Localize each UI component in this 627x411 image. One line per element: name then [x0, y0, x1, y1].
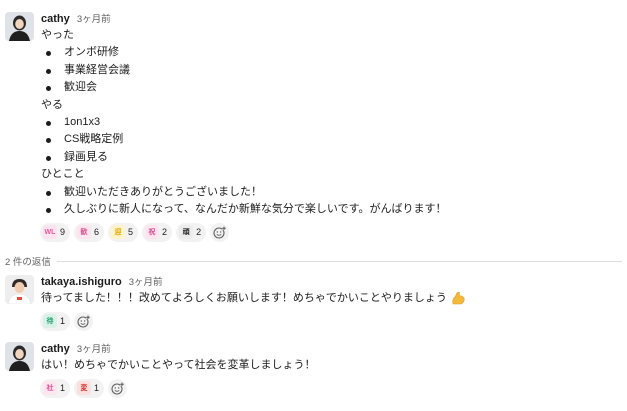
timestamp[interactable]: 3ヶ月前	[129, 277, 163, 288]
reaction-yellow-text[interactable]: 迎 5	[108, 222, 139, 242]
section-heading: やった	[41, 29, 74, 41]
list-item: 録画見る	[41, 149, 622, 166]
pink-text-emoji-2-icon: 祝	[145, 225, 160, 240]
muscle-icon	[452, 291, 465, 305]
add-reaction-button[interactable]	[74, 311, 94, 331]
reaction-black-text[interactable]: 頑 2	[176, 222, 207, 242]
timestamp[interactable]: 3ヶ月前	[77, 14, 111, 25]
avatar-takaya[interactable]	[5, 275, 34, 304]
author-name[interactable]: takaya.ishiguro	[41, 276, 122, 288]
section-heading: ひとこと	[41, 168, 85, 181]
divider-line	[56, 260, 622, 262]
reaction-welcome[interactable]: WL 9	[40, 222, 71, 242]
author-name[interactable]: cathy	[41, 13, 70, 25]
list-item: CS戦略定例	[41, 131, 622, 148]
reaction-count: 2	[162, 227, 168, 238]
reaction-count: 2	[196, 227, 202, 238]
reaction-count: 1	[94, 383, 100, 394]
black-text-emoji-icon: 頑	[179, 225, 194, 240]
list-item: 事業経営会議	[41, 62, 622, 79]
add-reaction-icon	[77, 315, 90, 328]
reaction-pink-text-3[interactable]: 社 1	[40, 378, 71, 398]
timestamp[interactable]: 3ヶ月前	[77, 344, 111, 355]
avatar-cathy[interactable]	[5, 12, 34, 41]
add-reaction-button[interactable]	[210, 222, 230, 242]
list-item: オンボ研修	[41, 44, 622, 61]
message-1: cathy 3ヶ月前 やった オンボ研修 事業経営会議 歓迎会 やる 1on1x…	[5, 12, 622, 244]
reaction-bar: 社 1 変 1	[40, 378, 622, 398]
list-item: 歓迎いただきありがとうございました！	[41, 184, 622, 201]
reaction-bar: WL 9 歓 6 迎 5 祝 2 頑 2	[40, 222, 622, 242]
reaction-count: 6	[94, 227, 100, 238]
pink-text-emoji-icon: 歓	[77, 225, 92, 240]
reaction-count: 9	[60, 227, 66, 238]
message-text: はい！めちゃでかいことやって社会を変革しましょう！	[41, 359, 316, 371]
reaction-count: 1	[60, 383, 66, 394]
welcome-emoji-icon: WL	[43, 225, 57, 240]
reaction-green-text[interactable]: 待 1	[40, 311, 71, 331]
list-item: 久しぶりに新人になって、なんだか新鮮な気分で楽しいです。がんばります！	[41, 201, 622, 218]
reaction-count: 5	[128, 227, 134, 238]
pink-text-emoji-3-icon: 社	[43, 381, 57, 396]
message-2: takaya.ishiguro 3ヶ月前 待ってました！！！改めてよろしくお願い…	[5, 275, 622, 331]
author-name[interactable]: cathy	[41, 343, 70, 355]
reaction-red-text[interactable]: 変 1	[74, 378, 105, 398]
yellow-text-emoji-icon: 迎	[111, 225, 126, 240]
list-item: 歓迎会	[41, 79, 622, 96]
replies-divider: 2 件の返信	[5, 254, 622, 268]
message-text: 待ってました！！！改めてよろしくお願いします！めちゃでかいことやりましょう	[41, 292, 447, 304]
replies-count[interactable]: 2 件の返信	[5, 254, 51, 268]
reaction-count: 1	[60, 316, 66, 327]
message-3: cathy 3ヶ月前 はい！めちゃでかいことやって社会を変革しましょう！ 社 1…	[5, 342, 622, 398]
reaction-bar: 待 1	[40, 311, 622, 331]
red-text-emoji-icon: 変	[77, 381, 92, 396]
green-text-emoji-icon: 待	[43, 314, 57, 329]
reaction-pink-text[interactable]: 歓 6	[74, 222, 105, 242]
add-reaction-icon	[111, 382, 124, 395]
avatar-cathy[interactable]	[5, 342, 34, 371]
section-heading: やる	[41, 98, 63, 111]
add-reaction-button[interactable]	[108, 378, 128, 398]
add-reaction-icon	[213, 226, 226, 239]
reaction-pink-text-2[interactable]: 祝 2	[142, 222, 173, 242]
list-item: 1on1x3	[41, 114, 622, 131]
